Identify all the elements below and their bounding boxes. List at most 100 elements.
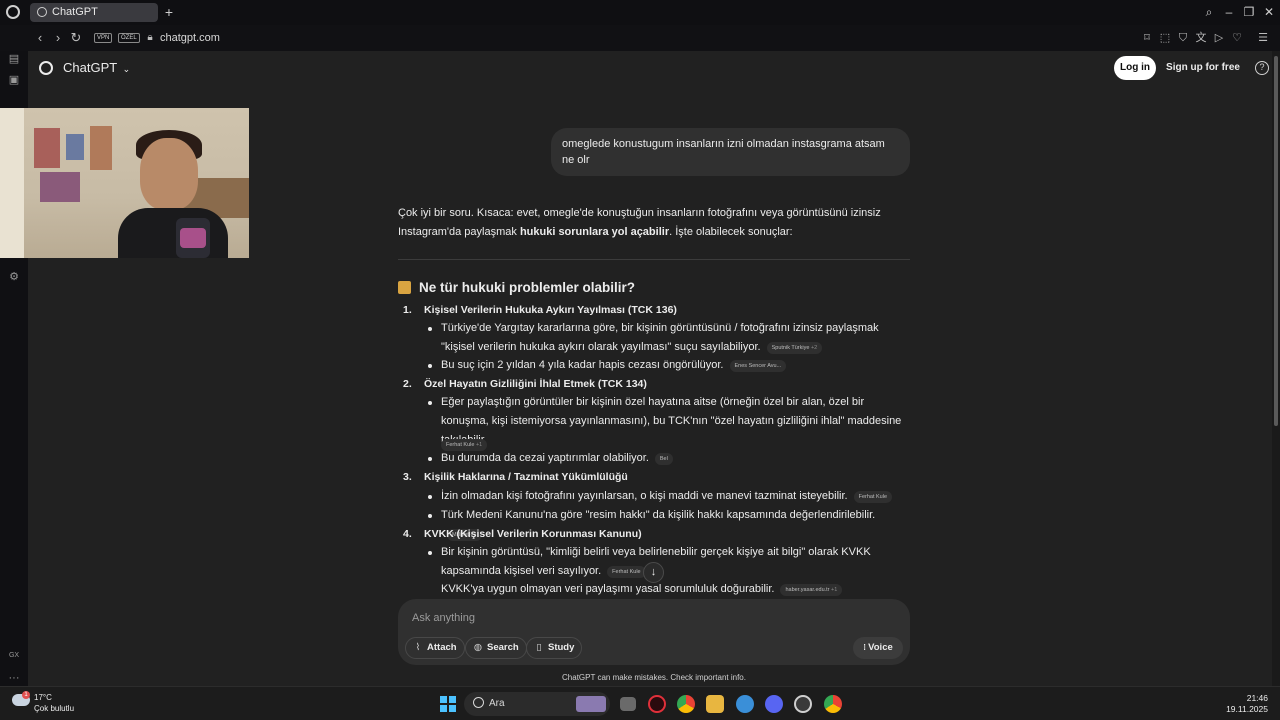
opera-logo-icon[interactable] [6,5,20,19]
list-number: 3. [403,471,412,483]
intro-bold: hukuki sorunlara yol açabilir [519,226,670,238]
windows-taskbar [0,686,1280,720]
bookmark-icon[interactable]: ⌑ [1140,30,1154,46]
url-text[interactable]: chatgpt.com [160,31,220,45]
globe-icon: ◍ [473,642,483,653]
book-icon: ▯ [536,642,542,653]
citation-chip[interactable]: haber.yasar.edu.tr +1 [780,584,843,596]
citation-chip[interactable]: Ferhat Kule [607,566,646,578]
search-icon [473,697,484,708]
translate-icon[interactable]: 文 [1194,30,1208,46]
messenger-icon[interactable]: ▣ [6,72,22,88]
citation-chip[interactable]: Ferhat Kule [853,491,893,503]
weather-description[interactable]: Çok bulutlu [34,704,74,714]
study-button[interactable]: ▯ Study [526,637,583,659]
heart-icon[interactable]: ♡ [1230,30,1244,46]
notes-icon[interactable]: ▤ [6,51,22,67]
opera-gx-app-icon[interactable] [648,695,666,713]
list-item: Bu durumda da cezai yaptırımlar olabiliy… [428,449,911,468]
list-heading-text: Özel Hayatın Gizliliğini İhlal Etmek (TC… [424,378,647,390]
list-heading-2: 2. Özel Hayatın Gizliliğini İhlal Etmek (… [403,376,647,392]
settings-gear-icon[interactable]: ⚙ [6,269,22,285]
list-item: İzin olmadan kişi fotoğrafını yayınlarsa… [428,487,911,506]
paperclip-icon: ⌇ [415,642,421,653]
voice-label: Voice [868,642,893,653]
browser-tab-chatgpt[interactable]: ChatGPT [30,3,158,22]
chrome-profile-app-icon[interactable] [824,695,842,713]
shield-icon[interactable]: ⛉ [1176,30,1190,46]
gx-label[interactable]: GX [6,648,22,664]
citation-chip[interactable]: Bel [654,453,673,465]
list-item: Bu suç için 2 yıldan 4 yıla kadar hapis … [428,356,911,375]
new-tab-button[interactable]: + [162,4,176,20]
list-number: 1. [403,304,412,316]
snapshot-icon[interactable]: ⬚ [1158,30,1172,46]
disclaimer: ChatGPT can make mistakes. Check importa… [562,673,746,682]
signup-button[interactable]: Sign up for free [1162,56,1244,80]
weather-badge: 1 [22,691,30,699]
lock-icon[interactable]: 🔒︎ [142,30,158,46]
bullet-text: KVKK'ya uygun olmayan veri paylaşımı yas… [441,583,775,595]
section-title-text: Ne tür hukuki problemler olabilir? [419,280,636,295]
bullet-text: Bu suç için 2 yıldan 4 yıla kadar hapis … [441,359,724,371]
more-icon[interactable]: ··· [6,670,22,686]
list-heading-text: KVKK (Kişisel Verilerin Korunması Kanunu… [424,528,642,540]
forward-icon[interactable]: › [50,30,66,46]
chatgpt-logo-icon [39,61,53,75]
discord-app-icon[interactable] [765,695,783,713]
bullet-text: Türk Medeni Kanunu'na göre "resim hakkı"… [441,509,876,521]
file-explorer-icon[interactable] [706,695,724,713]
attach-label: Attach [427,642,457,653]
play-icon[interactable]: ▷ [1212,30,1226,46]
back-icon[interactable]: ‹ [32,30,48,46]
minimize-icon[interactable]: – [1220,3,1238,21]
divider [398,259,910,260]
webcam-overlay [0,108,249,258]
menu-icon[interactable]: ☰ [1256,30,1270,46]
study-label: Study [548,642,575,653]
list-heading-1: 1. Kişisel Verilerin Hukuka Aykırı Yayılm… [403,302,677,318]
citation-chip[interactable]: Enes Sencer Avu... [729,360,787,372]
network-app-icon[interactable] [736,695,754,713]
assistant-intro: Çok iyi bir soru. Kısaca: evet, omegle'd… [398,204,910,242]
list-number: 2. [403,378,412,390]
chrome-app-icon[interactable] [677,695,695,713]
vpn-badge[interactable]: VPN [94,33,113,43]
search-button[interactable]: ◍ Search [465,637,527,659]
bullet-text: Eğer paylaştığın görüntüler bir kişinin … [441,396,902,446]
browser-search-icon[interactable]: ⌕ [1200,3,1218,21]
taskbar-search-label: Ara [489,698,505,709]
section-heading: Ne tür hukuki problemler olabilir? [398,279,635,297]
list-heading-text: Kişilik Haklarına / Tazminat Yükümlülüğü [424,471,628,483]
user-message-bubble: omeglede konustugum insanların izni olma… [551,128,910,176]
reload-icon[interactable]: ↻ [68,30,84,46]
windows-start-icon[interactable] [440,696,456,712]
scroll-to-bottom-button[interactable]: ↓ [643,562,664,583]
clock-date[interactable]: 19.11.2025 [1220,704,1268,715]
steam-app-icon[interactable] [794,695,812,713]
list-heading-4: 4. KVKK (Kişisel Verilerin Korunması Kanu… [403,526,642,542]
prompt-input[interactable] [412,610,712,626]
restore-icon[interactable]: ❐ [1240,3,1258,21]
task-view-icon[interactable] [620,697,636,711]
list-item: KVKK'ya uygun olmayan veri paylaşımı yas… [441,580,911,596]
voice-button[interactable]: ⁞ Voice [853,637,903,659]
browser-titlebar [0,0,1280,25]
login-button[interactable]: Log in [1114,56,1156,80]
help-icon[interactable]: ? [1255,61,1269,75]
citation-chip[interactable]: Sputnik Türkiye +2 [766,342,823,354]
clock-time[interactable]: 21:46 [1220,693,1268,704]
bullet-text: Bu durumda da cezai yaptırımlar olabiliy… [441,452,649,464]
close-icon[interactable]: ✕ [1260,3,1278,21]
scrollbar-thumb[interactable] [1274,56,1278,426]
weather-temperature[interactable]: 17°C [34,693,52,703]
model-selector[interactable]: ChatGPT ⌄ [63,60,130,77]
scroll-icon [398,281,411,294]
search-highlight-image [576,696,606,712]
attach-button[interactable]: ⌇ Attach [405,637,465,659]
chevron-down-icon: ⌄ [122,64,131,74]
list-heading-text: Kişisel Verilerin Hukuka Aykırı Yayılmas… [424,304,677,316]
private-badge[interactable]: ÖZEL [118,33,140,43]
tab-title: ChatGPT [52,6,98,18]
search-label: Search [487,642,519,653]
